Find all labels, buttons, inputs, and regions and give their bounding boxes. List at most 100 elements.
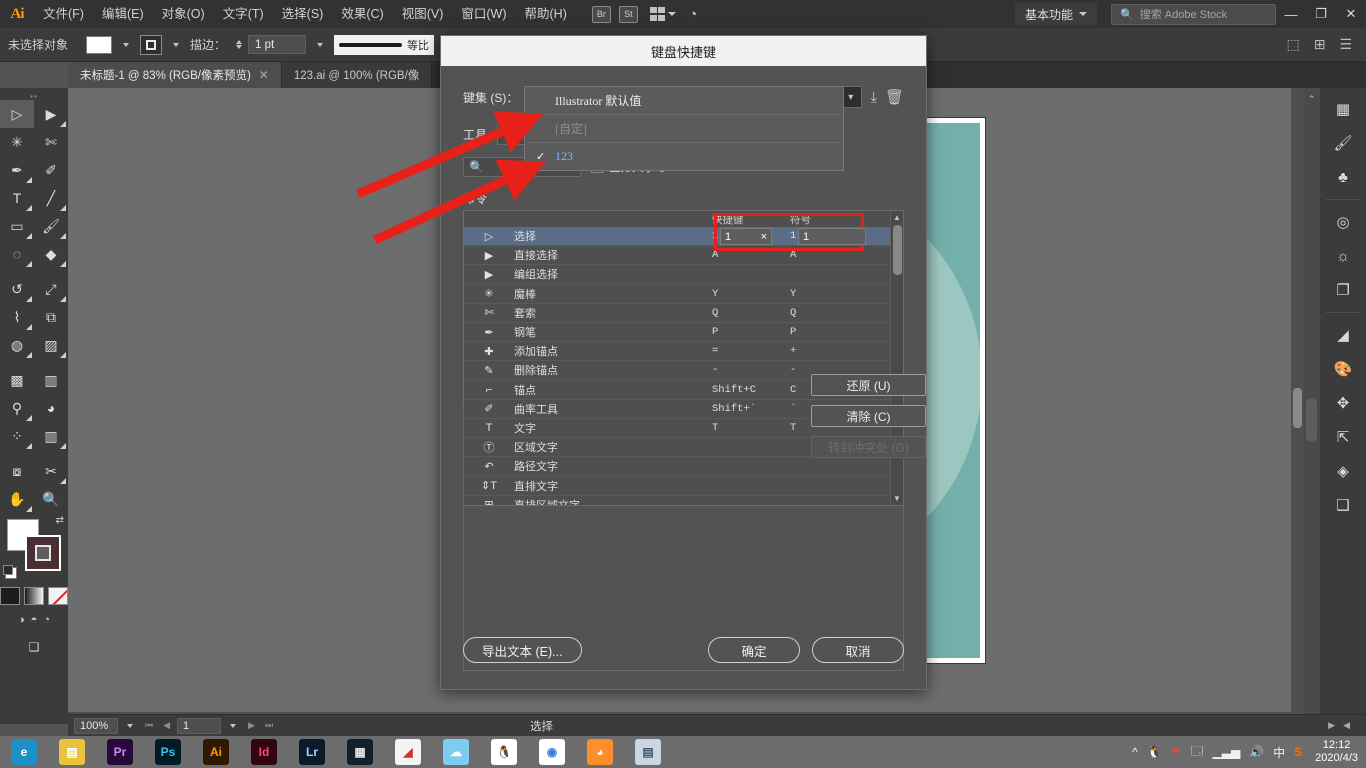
first-artboard-button[interactable]: ⏮	[142, 720, 156, 731]
gradient-tool[interactable]: ▥	[34, 366, 68, 394]
clock[interactable]: 12:12 2020/4/3	[1311, 739, 1358, 765]
scroll-up-icon[interactable]: ▲	[893, 211, 901, 224]
cloud-sync-icon[interactable]: ◔	[688, 6, 697, 23]
undo-button[interactable]: 还原 (U)	[811, 374, 926, 396]
ok-button[interactable]: 确定	[708, 637, 800, 663]
table-row[interactable]: ✚添加锚点=+	[464, 342, 890, 361]
draw-normal-icon[interactable]: ◑	[18, 614, 25, 626]
blend-tool[interactable]: ◕	[34, 394, 68, 422]
taskbar-premiere-pro[interactable]: Pr	[96, 736, 144, 768]
last-artboard-button[interactable]: ⏭	[262, 720, 276, 731]
dropdown-option-123[interactable]: ✓ 123	[525, 143, 843, 170]
chevron-down-icon[interactable]	[173, 43, 179, 47]
adobe-stock-search[interactable]: 🔍 搜索 Adobe Stock	[1111, 4, 1276, 25]
width-tool[interactable]: ⌇	[0, 303, 34, 331]
shortcut-key-input[interactable]: 1 ×	[720, 228, 772, 245]
chevron-down-icon[interactable]	[230, 724, 236, 728]
menu-select[interactable]: 选择(S)	[273, 0, 333, 28]
stroke-swatch[interactable]	[25, 535, 61, 571]
draw-behind-icon[interactable]: ◓	[31, 614, 38, 626]
fill-color-swatch[interactable]	[86, 36, 112, 54]
panel-gradient-icon[interactable]: ◢	[1320, 318, 1366, 352]
swap-fill-stroke-icon[interactable]: ⇄	[56, 515, 64, 526]
scrollbar-thumb[interactable]	[893, 225, 902, 275]
usb-tray-icon[interactable]: 🗔	[1190, 742, 1203, 763]
ime-tray-icon[interactable]: 中	[1273, 744, 1285, 761]
arrange-documents-button[interactable]	[650, 7, 677, 21]
table-row[interactable]: ✄套索QQ	[464, 304, 890, 323]
panel-grip[interactable]: ••	[0, 92, 68, 100]
status-prev-icon[interactable]: ◀	[1343, 720, 1350, 731]
menu-help[interactable]: 帮助(H)	[516, 0, 576, 28]
menu-type[interactable]: 文字(T)	[214, 0, 273, 28]
chevron-down-icon[interactable]	[127, 724, 133, 728]
taskbar-rabbit-assistant[interactable]: ☁	[432, 736, 480, 768]
eraser-tool[interactable]: ◆	[34, 240, 68, 268]
panel-creative-cloud-icon[interactable]: ◎	[1320, 205, 1366, 239]
eyedropper-tool[interactable]: ⚲	[0, 394, 34, 422]
hand-tool[interactable]: ✋	[0, 485, 34, 513]
table-row[interactable]: ✒钢笔PP	[464, 323, 890, 342]
screen-mode-button[interactable]: ❏	[0, 640, 68, 654]
keyset-dropdown-menu[interactable]: Illustrator 默认值 [自定] ✓ 123	[524, 86, 844, 171]
table-row[interactable]: ▶直接选择AA	[464, 246, 890, 265]
prev-artboard-button[interactable]: ◀	[160, 720, 173, 731]
taskbar-notes-app[interactable]: ▤	[624, 736, 672, 768]
panel-swatches-icon[interactable]: ☼	[1320, 239, 1366, 273]
color-mode-button[interactable]	[0, 587, 20, 605]
network-tray-icon[interactable]: ▁▃▅	[1213, 745, 1241, 759]
status-next-icon[interactable]: ▶	[1328, 720, 1335, 731]
align-icon[interactable]: ⊞	[1314, 36, 1326, 53]
scale-tool[interactable]: ⤢	[34, 275, 68, 303]
flag-tray-icon[interactable]: ⚑	[1171, 745, 1182, 759]
transform-icon[interactable]: ⬚	[1286, 36, 1299, 53]
mesh-tool[interactable]: ▩	[0, 366, 34, 394]
taskbar-file-explorer[interactable]: ▤	[48, 736, 96, 768]
lasso-tool[interactable]: ✄	[34, 128, 68, 156]
gradient-mode-button[interactable]	[24, 587, 44, 605]
taskbar-qq-messenger[interactable]: 🐧	[480, 736, 528, 768]
taskbar-edge-browser[interactable]: e	[0, 736, 48, 768]
panel-layers-icon[interactable]: ◈	[1320, 454, 1366, 488]
dropdown-option-default[interactable]: Illustrator 默认值	[525, 87, 843, 114]
window-restore-button[interactable]: ❐	[1306, 0, 1336, 28]
selection-tool[interactable]: ▷	[0, 100, 34, 128]
direct-selection-tool[interactable]: ▶	[34, 100, 68, 128]
stock-badge[interactable]: St	[619, 6, 638, 23]
column-graph-tool[interactable]: ▥	[34, 422, 68, 450]
workspace-selector[interactable]: 基本功能	[1015, 3, 1097, 25]
table-row[interactable]: ✳魔棒YY	[464, 285, 890, 304]
panel-pathfinder-icon[interactable]: ❑	[1320, 488, 1366, 522]
menu-object[interactable]: 对象(O)	[153, 0, 214, 28]
document-tab-2[interactable]: 123.ai @ 100% (RGB/像	[282, 62, 432, 88]
default-colors-icon[interactable]	[5, 567, 17, 579]
menu-effect[interactable]: 效果(C)	[332, 0, 392, 28]
taskbar-lightroom[interactable]: Lr	[288, 736, 336, 768]
panel-brushes-icon[interactable]: ♣	[1320, 160, 1366, 194]
clear-icon[interactable]: ×	[761, 231, 767, 243]
tray-expand-icon[interactable]: ^	[1132, 745, 1138, 759]
next-artboard-button[interactable]: ▶	[245, 720, 258, 731]
bridge-badge[interactable]: Br	[592, 6, 611, 23]
panel-color-icon[interactable]: 🎨	[1320, 352, 1366, 386]
keyboard-shortcuts-dialog[interactable]: 键盘快捷键 键集 (S)： 123 ▾ ⤓ 🗑 工具 🔍 区分大小写 命令	[440, 35, 927, 690]
scrollbar-thumb[interactable]	[1306, 398, 1317, 442]
stroke-width-stepper[interactable]	[236, 40, 242, 49]
stroke-profile-selector[interactable]: 等比	[334, 35, 434, 55]
rectangle-tool[interactable]: ▭	[0, 212, 34, 240]
dropdown-option-custom[interactable]: [自定]	[525, 115, 843, 142]
menu-file[interactable]: 文件(F)	[34, 0, 93, 28]
artboard-number-field[interactable]: 1	[177, 718, 221, 734]
shape-builder-tool[interactable]: ◍	[0, 331, 34, 359]
zoom-level-field[interactable]: 100%	[74, 718, 118, 734]
trash-icon[interactable]: 🗑	[885, 88, 904, 106]
free-transform-tool[interactable]: ⧉	[34, 303, 68, 331]
zoom-tool[interactable]: 🔍	[34, 485, 68, 513]
panel-libraries-icon[interactable]: 🖌	[1320, 126, 1366, 160]
options-menu-icon[interactable]: ☰	[1339, 36, 1352, 53]
window-minimize-button[interactable]: —	[1276, 0, 1306, 28]
canvas-vertical-scrollbar[interactable]	[1291, 88, 1304, 724]
pen-tool[interactable]: ✒	[0, 156, 34, 184]
cancel-button[interactable]: 取消	[812, 637, 904, 663]
artboard-tool[interactable]: ⧇	[0, 457, 34, 485]
